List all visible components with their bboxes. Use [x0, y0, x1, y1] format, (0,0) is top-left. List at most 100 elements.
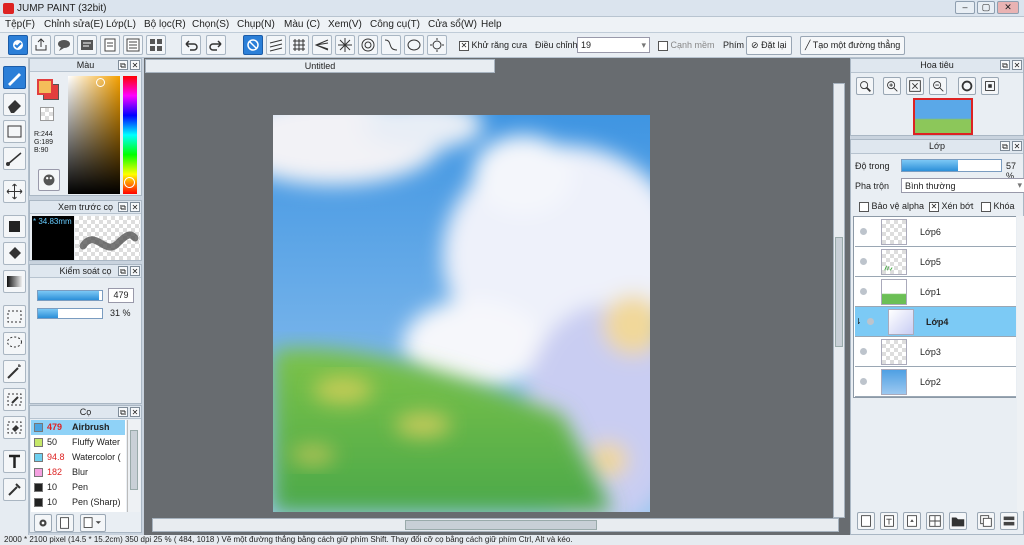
vertical-scroll-thumb[interactable]: [835, 237, 843, 347]
layer-item[interactable]: Lớp6: [855, 217, 1016, 247]
grid-button[interactable]: [146, 35, 166, 55]
settings-tool-button[interactable]: [8, 35, 28, 55]
canvas-horizontal-scrollbar[interactable]: [152, 518, 839, 532]
brush-size-input[interactable]: 479: [108, 288, 134, 303]
menu-capture[interactable]: Chụp(N): [237, 19, 275, 30]
antialias-checkbox[interactable]: ✕: [459, 40, 469, 51]
close-icon[interactable]: ✕: [1012, 60, 1022, 70]
layer-item[interactable]: Lớp1: [855, 277, 1016, 307]
eye-icon[interactable]: [860, 348, 867, 355]
lock-checkbox[interactable]: [981, 201, 991, 212]
fit-window-button[interactable]: [906, 77, 924, 95]
layer-item-selected[interactable]: ⇂ Lớp4: [855, 307, 1016, 337]
eye-icon[interactable]: [860, 258, 867, 265]
clipping-checkbox[interactable]: ✕: [929, 201, 939, 212]
brush-opacity-slider[interactable]: [37, 308, 103, 319]
straight-line-button[interactable]: ╱ Tạo một đường thẳng: [800, 36, 906, 55]
snap-curve-button[interactable]: [381, 35, 401, 55]
menu-help[interactable]: Help: [481, 19, 502, 30]
halftone-layer-button[interactable]: [926, 512, 944, 530]
eye-icon[interactable]: [867, 318, 874, 325]
text-tool[interactable]: [3, 450, 26, 473]
share-button[interactable]: [31, 35, 51, 55]
hue-slider[interactable]: [123, 76, 137, 194]
reset-view-button[interactable]: [981, 77, 999, 95]
primary-color-swatch[interactable]: [37, 79, 53, 95]
reset-button[interactable]: ⊘ Đặt lại: [746, 36, 792, 55]
navigator-thumbnail[interactable]: [913, 98, 973, 135]
zoom-fit-button[interactable]: [856, 77, 874, 95]
correction-select[interactable]: 19 ▾: [577, 37, 650, 53]
undo-button[interactable]: [181, 35, 201, 55]
lasso-tool[interactable]: [3, 332, 26, 355]
menu-select[interactable]: Chọn(S): [192, 19, 229, 30]
eye-icon[interactable]: [860, 288, 867, 295]
brush-settings-button[interactable]: [34, 514, 52, 532]
rect-select-tool[interactable]: [3, 305, 26, 328]
brush-list-scrollbar[interactable]: [127, 420, 140, 512]
canvas-vertical-scrollbar[interactable]: [833, 83, 845, 518]
close-button[interactable]: ✕: [997, 1, 1019, 14]
fill-rect-tool[interactable]: [3, 215, 26, 238]
redo-button[interactable]: [206, 35, 226, 55]
undock-icon[interactable]: ⧉: [118, 60, 128, 70]
merge-layer-button[interactable]: [1000, 512, 1018, 530]
brush-item[interactable]: 50 Fluffy Water: [31, 435, 125, 450]
menu-color[interactable]: Màu (C): [284, 19, 320, 30]
brush-item[interactable]: 94.8 Watercolor (: [31, 450, 125, 465]
blend-mode-select[interactable]: Bình thường ▾: [901, 178, 1024, 193]
duplicate-layer-button[interactable]: [977, 512, 995, 530]
rotate-button[interactable]: [958, 77, 976, 95]
undock-icon[interactable]: ⧉: [118, 407, 128, 417]
undock-icon[interactable]: ⧉: [118, 202, 128, 212]
color-picker-cursor[interactable]: [96, 78, 105, 87]
comment-button[interactable]: [54, 35, 74, 55]
layer-list-scrollbar[interactable]: [1017, 216, 1024, 511]
brush-list-scroll-thumb[interactable]: [130, 430, 138, 490]
undock-icon[interactable]: ⧉: [1000, 60, 1010, 70]
menu-window[interactable]: Cửa sổ(W): [428, 19, 477, 30]
menu-file[interactable]: Tệp(F): [5, 19, 35, 30]
transparent-color-swatch[interactable]: [40, 107, 54, 121]
menu-tools[interactable]: Công cụ(T): [370, 19, 420, 30]
layer-opacity-slider[interactable]: [901, 159, 1002, 172]
menu-layer[interactable]: Lớp(L): [106, 19, 136, 30]
brush-item[interactable]: 479 Airbrush: [31, 420, 125, 435]
zoom-in-button[interactable]: [883, 77, 901, 95]
brush-size-slider[interactable]: [37, 290, 103, 301]
eye-icon[interactable]: [860, 228, 867, 235]
gradient-tool[interactable]: [3, 270, 26, 293]
layer-item[interactable]: Lớp2: [855, 367, 1016, 397]
undock-icon[interactable]: ⧉: [1000, 141, 1010, 151]
antialias-toggle[interactable]: ✕ Khử răng cưa: [459, 40, 527, 51]
line-tool[interactable]: [3, 147, 26, 170]
soft-edge-checkbox[interactable]: [658, 40, 668, 51]
lock-toggle[interactable]: Khóa: [981, 201, 1015, 212]
new-folder-layer-button[interactable]: [903, 512, 921, 530]
layer-item[interactable]: Lớp3: [855, 337, 1016, 367]
bucket-tool[interactable]: [3, 242, 26, 265]
snap-grid-button[interactable]: [289, 35, 309, 55]
snap-vanish-button[interactable]: [427, 35, 447, 55]
brush-item[interactable]: 182 Blur: [31, 465, 125, 480]
undock-icon[interactable]: ⧉: [118, 266, 128, 276]
brush-menu-button[interactable]: [80, 514, 106, 532]
note-button[interactable]: [77, 35, 97, 55]
close-icon[interactable]: ✕: [130, 202, 140, 212]
hue-slider-handle[interactable]: [124, 177, 135, 188]
snap-perspective-button[interactable]: [312, 35, 332, 55]
layer-item[interactable]: Lớp5: [855, 247, 1016, 277]
rectangle-tool[interactable]: [3, 120, 26, 143]
move-tool[interactable]: [3, 180, 26, 203]
close-icon[interactable]: ✕: [130, 407, 140, 417]
close-icon[interactable]: ✕: [130, 266, 140, 276]
protect-alpha-toggle[interactable]: Bảo vệ alpha: [859, 201, 924, 212]
menu-filter[interactable]: Bộ lọc(R): [144, 19, 186, 30]
close-icon[interactable]: ✕: [1012, 141, 1022, 151]
new-text-layer-button[interactable]: [880, 512, 898, 530]
magic-wand-tool[interactable]: [3, 360, 26, 383]
page-button[interactable]: [100, 35, 120, 55]
maximize-button[interactable]: ▢: [977, 1, 995, 14]
drawing-canvas[interactable]: [273, 115, 650, 512]
eye-icon[interactable]: [860, 378, 867, 385]
